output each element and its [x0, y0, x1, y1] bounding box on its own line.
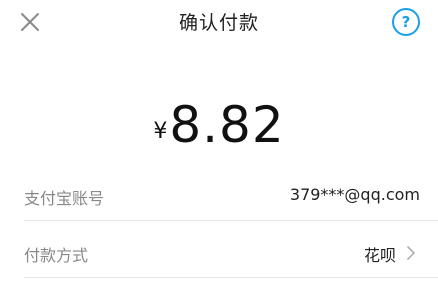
payment-confirm-sheet: 确认付款 ? ¥8.82 支付宝账号 379***@qq.com 付款方式 花呗: [0, 0, 438, 285]
payment-method-label: 付款方式: [24, 246, 89, 265]
currency-symbol: ¥: [153, 119, 168, 144]
header: 确认付款 ?: [0, 0, 438, 44]
chevron-right-icon: [402, 244, 420, 262]
amount-value: 8.82: [169, 96, 285, 154]
page-title: 确认付款: [178, 12, 259, 34]
divider: [24, 277, 438, 278]
payment-method-value: 花呗: [363, 246, 396, 265]
account-label: 支付宝账号: [24, 189, 105, 208]
divider: [24, 220, 438, 221]
payment-method-row[interactable]: 付款方式 花呗: [0, 229, 438, 277]
payment-amount: ¥8.82: [0, 96, 438, 154]
account-value: 379***@qq.com: [289, 185, 420, 204]
question-circle-icon[interactable]: ?: [392, 8, 420, 36]
account-row: 支付宝账号 379***@qq.com: [0, 172, 438, 220]
